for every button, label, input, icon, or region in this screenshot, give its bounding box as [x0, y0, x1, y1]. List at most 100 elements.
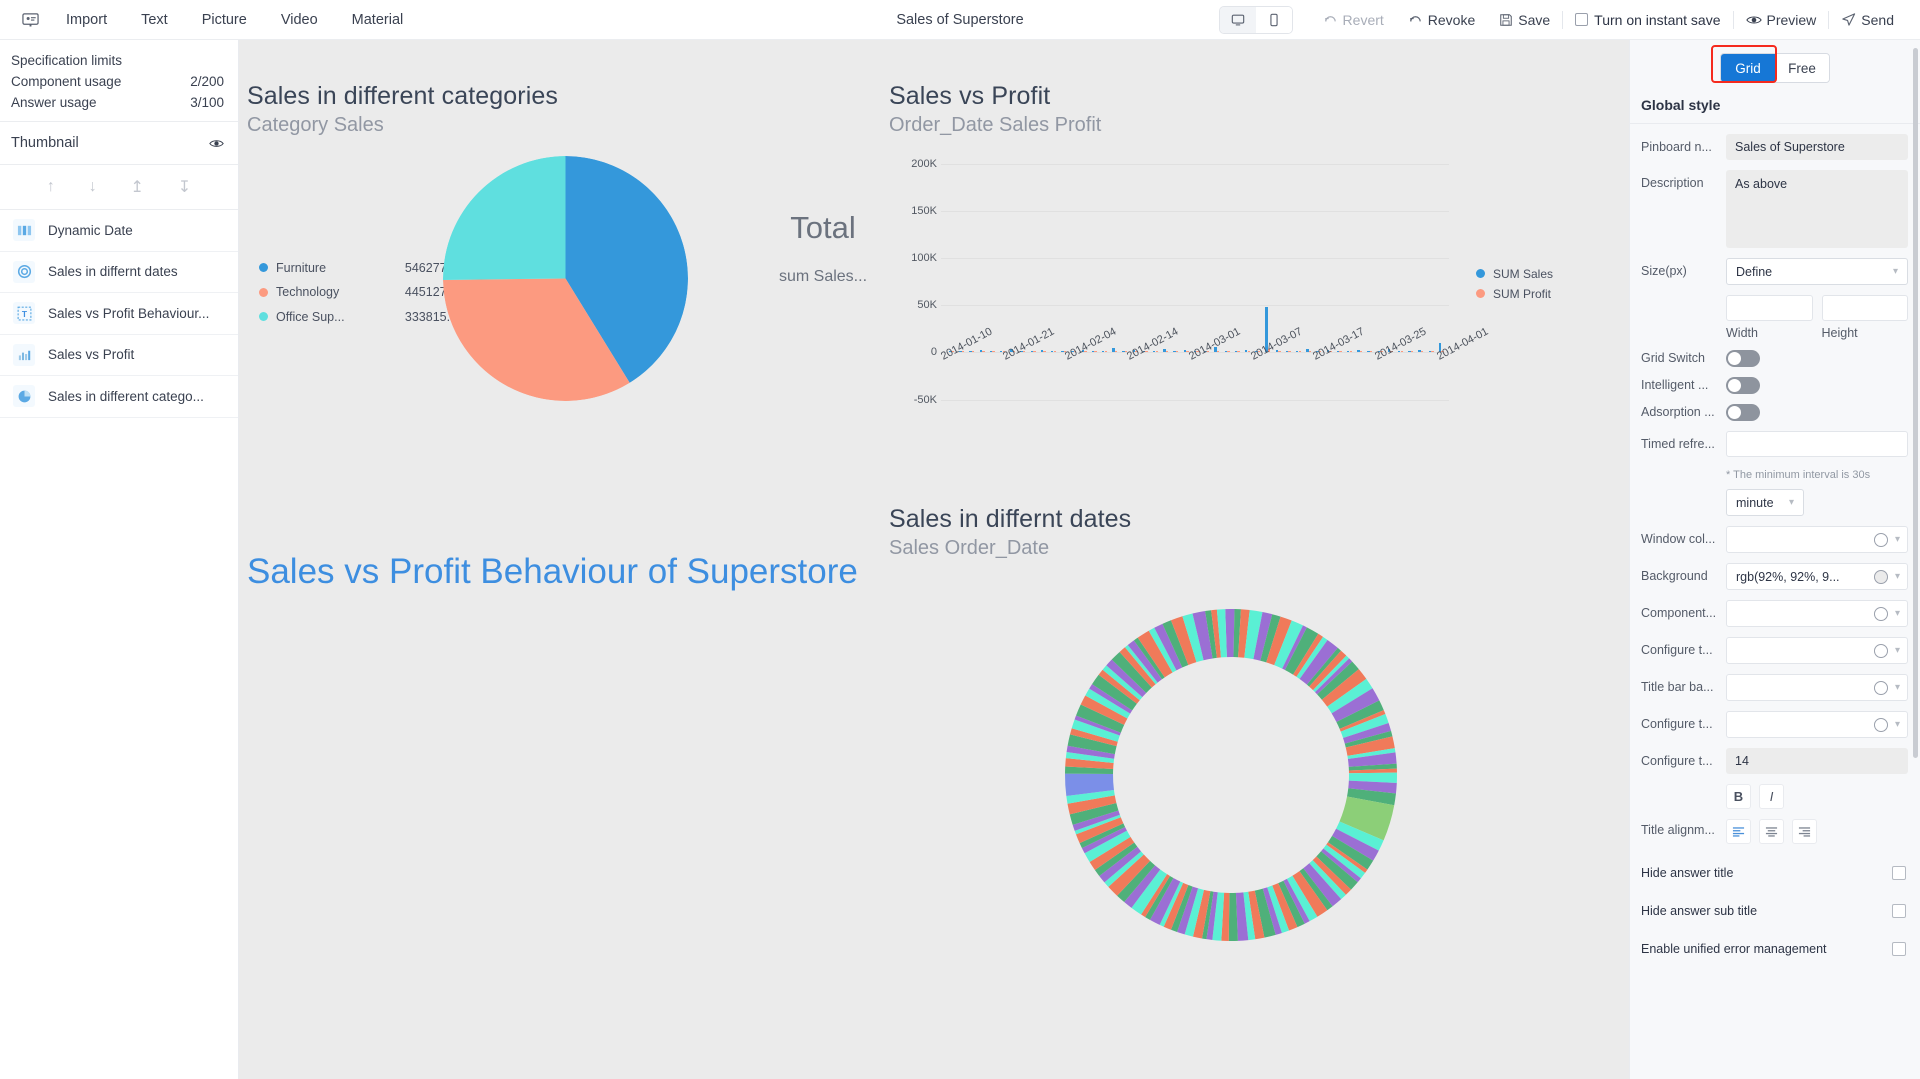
- menu-item-import[interactable]: Import: [66, 12, 107, 28]
- chevron-down-icon[interactable]: ▾: [1895, 608, 1900, 619]
- mobile-view-button[interactable]: [1255, 6, 1292, 33]
- donut-chart-graphic[interactable]: [1031, 575, 1431, 975]
- window-color-picker[interactable]: ▾: [1726, 526, 1908, 553]
- chevron-down-icon[interactable]: ▾: [1895, 534, 1900, 545]
- widget-sales-in-differnt-dates[interactable]: Sales in differnt dates Sales Order_Date: [889, 505, 1589, 1065]
- list-item-sales-in-different-catego[interactable]: Sales in different catego...: [0, 376, 238, 418]
- pinboard-canvas[interactable]: Sales in different categories Category S…: [239, 40, 1629, 1079]
- widget-sales-in-different-categories[interactable]: Sales in different categories Category S…: [247, 82, 907, 462]
- chevron-down-icon[interactable]: ▾: [1895, 682, 1900, 693]
- list-item-dynamic-date[interactable]: Dynamic Date: [0, 210, 238, 252]
- hide-answer-sub-title-row[interactable]: Hide answer sub title: [1641, 892, 1908, 930]
- bold-button[interactable]: B: [1726, 784, 1751, 809]
- align-left-icon[interactable]: [1726, 819, 1751, 844]
- menu-item-material[interactable]: Material: [352, 12, 404, 28]
- menu-item-text[interactable]: Text: [141, 12, 168, 28]
- description-textarea[interactable]: As above: [1726, 170, 1908, 248]
- date-component-icon: [13, 219, 35, 242]
- revoke-label: Revoke: [1427, 11, 1476, 28]
- adsorption-toggle[interactable]: [1726, 404, 1760, 421]
- align-center-icon[interactable]: [1759, 819, 1784, 844]
- preview-label: Preview: [1766, 11, 1817, 28]
- intelligent-label: Intelligent ...: [1641, 378, 1709, 392]
- size-select[interactable]: Define ▾: [1726, 258, 1908, 285]
- save-button[interactable]: Save: [1487, 7, 1562, 33]
- hide-answer-title-row[interactable]: Hide answer title: [1641, 854, 1908, 892]
- background-color-picker[interactable]: rgb(92%, 92%, 9... ▾: [1726, 563, 1908, 590]
- list-item-sales-vs-profit[interactable]: Sales vs Profit: [0, 335, 238, 376]
- widget-sales-vs-profit[interactable]: Sales vs Profit Order_Date Sales Profit …: [889, 82, 1589, 482]
- chevron-down-icon[interactable]: ▾: [1895, 645, 1900, 656]
- align-right-icon[interactable]: [1792, 819, 1817, 844]
- background-value: rgb(92%, 92%, 9...: [1736, 569, 1840, 584]
- svp-legend-item[interactable]: SUM Sales: [1475, 264, 1553, 284]
- color-swatch[interactable]: [1873, 569, 1888, 584]
- hide-answer-sub-title-checkbox[interactable]: [1892, 904, 1906, 918]
- global-style-heading: Global style: [1641, 97, 1721, 113]
- timed-refresh-input[interactable]: [1726, 431, 1908, 457]
- color-swatch[interactable]: [1873, 717, 1888, 732]
- widget-text-sales-vs-profit-behaviour[interactable]: Sales vs Profit Behaviour of Superstore: [247, 540, 887, 604]
- app-logo-icon[interactable]: [0, 11, 60, 28]
- chevron-down-icon[interactable]: ▾: [1895, 571, 1900, 582]
- titlebar-color-picker[interactable]: ▾: [1726, 674, 1908, 701]
- component-color-row: Component... ▾: [1641, 600, 1908, 627]
- preview-button[interactable]: Preview: [1734, 7, 1829, 33]
- revoke-button[interactable]: Revoke: [1396, 7, 1487, 33]
- enable-unified-error-checkbox[interactable]: [1892, 942, 1906, 956]
- interval-hint: * The minimum interval is 30s: [1726, 469, 1871, 481]
- right-panel-scrollbar[interactable]: [1913, 48, 1918, 758]
- send-button[interactable]: Send: [1829, 7, 1906, 33]
- hide-answer-title-checkbox[interactable]: [1892, 866, 1906, 880]
- grid-switch-toggle[interactable]: [1726, 350, 1760, 367]
- height-label: Height: [1821, 326, 1858, 340]
- configure3-input[interactable]: 14: [1726, 748, 1908, 774]
- size-row: Size(px) Define ▾: [1641, 258, 1908, 285]
- pie-legend-item[interactable]: Office Sup... 333815.70: [259, 305, 464, 330]
- list-item-sales-in-differnt-dates[interactable]: Sales in differnt dates: [0, 252, 238, 293]
- configure2-color-picker[interactable]: ▾: [1726, 711, 1908, 738]
- menu-item-video[interactable]: Video: [281, 12, 318, 28]
- revert-button[interactable]: Revert: [1311, 7, 1396, 33]
- width-input[interactable]: [1726, 295, 1813, 321]
- chevron-down-icon[interactable]: ▾: [1895, 719, 1900, 730]
- list-item-label: Sales in differnt dates: [48, 264, 178, 280]
- thumbnail-eye-icon[interactable]: [209, 138, 224, 149]
- interval-unit-select[interactable]: minute ▾: [1726, 489, 1804, 516]
- list-item-sales-vs-profit-behaviour[interactable]: T Sales vs Profit Behaviour...: [0, 293, 238, 335]
- svp-legend-item[interactable]: SUM Profit: [1475, 284, 1553, 304]
- italic-button[interactable]: I: [1759, 784, 1784, 809]
- text-component-icon: T: [13, 302, 35, 325]
- thumbnail-section[interactable]: Thumbnail: [0, 122, 238, 164]
- height-input[interactable]: [1821, 295, 1908, 321]
- pie-legend-item[interactable]: Technology 445127.71: [259, 280, 464, 305]
- instant-save-toggle[interactable]: Turn on instant save: [1563, 12, 1732, 28]
- move-to-top-icon[interactable]: ↥: [130, 177, 143, 197]
- pie-chart-graphic[interactable]: [443, 155, 688, 401]
- grid-mode-button[interactable]: Grid: [1721, 54, 1775, 82]
- color-swatch[interactable]: [1873, 606, 1888, 621]
- color-swatch[interactable]: [1873, 643, 1888, 658]
- move-down-icon[interactable]: ↓: [89, 178, 97, 196]
- free-mode-button[interactable]: Free: [1775, 54, 1829, 82]
- desktop-view-button[interactable]: [1219, 6, 1256, 33]
- color-swatch[interactable]: [1873, 680, 1888, 695]
- pinboard-name-input[interactable]: Sales of Superstore: [1726, 134, 1908, 160]
- menu-item-picture[interactable]: Picture: [202, 12, 247, 28]
- component-color-picker[interactable]: ▾: [1726, 600, 1908, 627]
- toolbar-actions: Revert Revoke Save Turn on instant save: [1218, 5, 1920, 34]
- move-up-icon[interactable]: ↑: [47, 178, 55, 196]
- pie-legend-item[interactable]: Furniture 546277.54: [259, 256, 464, 281]
- grid-switch-label: Grid Switch: [1641, 351, 1705, 365]
- pinboard-name-label: Pinboard n...: [1641, 140, 1712, 154]
- instant-save-checkbox[interactable]: [1575, 13, 1589, 26]
- enable-unified-error-row[interactable]: Enable unified error management: [1641, 930, 1908, 968]
- spec-limits-row: Specification limits: [11, 50, 224, 71]
- color-swatch[interactable]: [1873, 532, 1888, 547]
- intelligent-toggle[interactable]: [1726, 377, 1760, 394]
- pie-widget-title: Sales in different categories: [247, 82, 558, 110]
- pie-slice[interactable]: [443, 155, 566, 280]
- configure1-color-picker[interactable]: ▾: [1726, 637, 1908, 664]
- legend-swatch-technology: [259, 287, 268, 297]
- move-to-bottom-icon[interactable]: ↧: [178, 177, 191, 197]
